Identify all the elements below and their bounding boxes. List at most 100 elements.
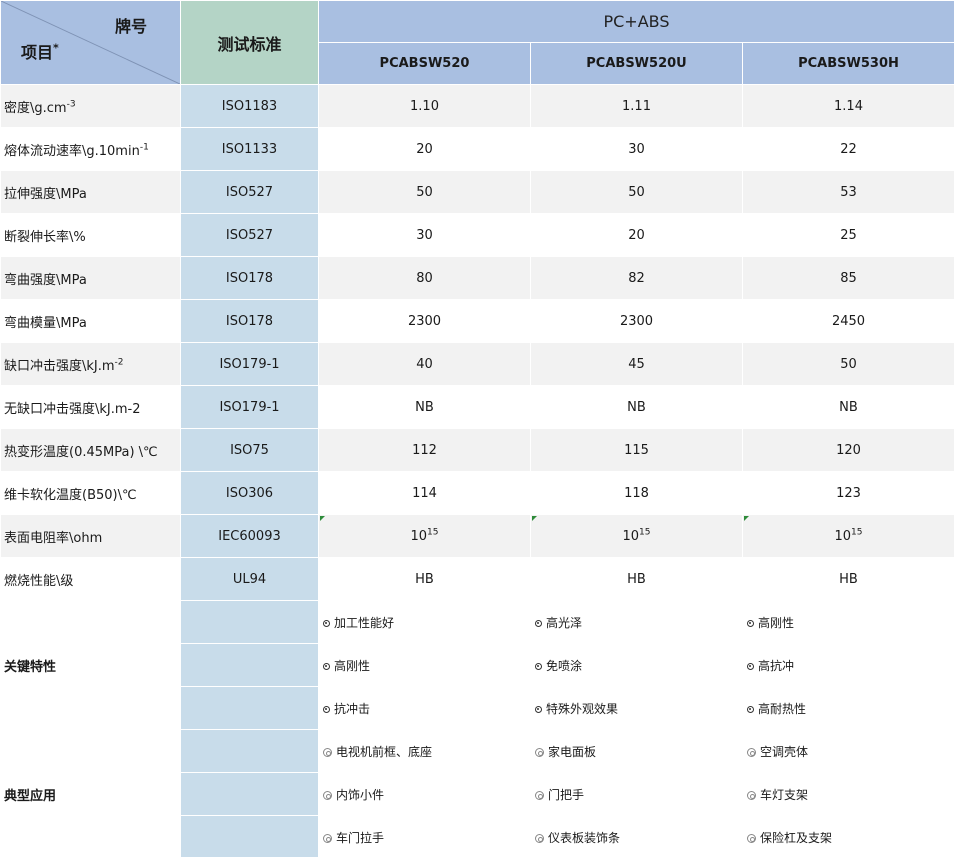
item-text: 家电面板 (548, 744, 597, 759)
key-features-item: 免喷涂 (530, 643, 743, 687)
property-value-text: NB (627, 399, 646, 415)
property-name-text: 拉伸强度\MPa (4, 186, 87, 202)
applications-item: 车灯支架 (742, 772, 954, 816)
property-value: NB (742, 385, 954, 429)
property-value-text: HB (627, 571, 646, 587)
test-standard: ISO179-1 (180, 342, 319, 386)
test-standard-empty (180, 729, 319, 773)
value-exponent: 15 (427, 527, 439, 538)
property-value-text: HB (415, 571, 434, 587)
circle-bullet-icon (535, 833, 544, 843)
property-name: 弯曲模量\MPa (0, 299, 181, 343)
property-value-text: 80 (416, 270, 433, 286)
target-bullet-icon (747, 705, 754, 713)
property-name: 表面电阻率\ohm (0, 514, 181, 558)
property-value-text: 120 (836, 442, 861, 458)
property-value: 118 (530, 471, 743, 515)
property-value-text: 85 (840, 270, 857, 286)
property-value-text: 118 (624, 485, 649, 501)
item-text: 高刚性 (334, 658, 371, 673)
circle-bullet-icon (535, 747, 544, 757)
property-name-text: 弯曲模量\MPa (4, 315, 87, 331)
test-standard: ISO1183 (180, 84, 319, 128)
test-standard: ISO178 (180, 299, 319, 343)
test-standard: ISO75 (180, 428, 319, 472)
section-title: 典型应用 (0, 729, 181, 857)
item-text: 高耐热性 (758, 701, 807, 716)
property-value: 53 (742, 170, 954, 214)
property-name: 拉伸强度\MPa (0, 170, 181, 214)
item-text: 加工性能好 (334, 615, 395, 630)
test-standard: ISO1133 (180, 127, 319, 171)
property-value-text: 10 (622, 528, 640, 544)
property-name-superscript: -3 (66, 99, 76, 110)
property-name: 弯曲强度\MPa (0, 256, 181, 300)
property-value: 1015 (318, 514, 531, 558)
item-label: 项目* (21, 41, 59, 62)
property-value: 40 (318, 342, 531, 386)
property-value: 25 (742, 213, 954, 257)
property-row: 无缺口冲击强度\kJ.m-2 ISO179-1 NB NB NB (0, 385, 954, 429)
property-name: 密度\g.cm-3 (0, 84, 181, 128)
property-name-text: 表面电阻率\ohm (4, 530, 103, 546)
test-standard-empty (180, 643, 319, 687)
key-features-item: 高抗冲 (742, 643, 954, 687)
brand-label: 牌号 (115, 17, 148, 36)
property-value: 30 (530, 127, 743, 171)
property-value-text: 10 (410, 528, 428, 544)
key-features-row: 关键特性 加工性能好 高光泽 高刚性 (0, 600, 954, 730)
property-row: 维卡软化温度(B50)\℃ ISO306 114 118 123 (0, 471, 954, 515)
property-name-superscript: -1 (139, 142, 149, 153)
property-name: 缺口冲击强度\kJ.m-2 (0, 342, 181, 386)
item-text: 保险杠及支架 (760, 830, 833, 845)
item-text: 车门拉手 (336, 830, 385, 845)
property-value-text: 2300 (407, 313, 442, 329)
applications-row: 典型应用 电视机前框、底座 家电面板 空调壳体 (0, 729, 954, 857)
item-text: 空调壳体 (760, 744, 809, 759)
property-value: 1.14 (742, 84, 954, 128)
test-standard: ISO527 (180, 213, 319, 257)
grade-header: PCABSW520U (530, 42, 743, 85)
property-name-text: 断裂伸长率\% (4, 229, 86, 245)
property-value: HB (318, 557, 531, 601)
grade-header: PCABSW520 (318, 42, 531, 85)
property-name-text: 密度\g.cm (4, 100, 67, 116)
property-value: 2300 (318, 299, 531, 343)
property-value: 2450 (742, 299, 954, 343)
property-value: 120 (742, 428, 954, 472)
key-features-item: 加工性能好 (318, 600, 531, 644)
key-features-item: 高刚性 (742, 600, 954, 644)
property-row: 弯曲强度\MPa ISO178 80 82 85 (0, 256, 954, 300)
property-value-text: 20 (628, 227, 645, 243)
circle-bullet-icon (747, 833, 756, 843)
property-value: 20 (318, 127, 531, 171)
key-features-item: 高耐热性 (742, 686, 954, 730)
property-value: 80 (318, 256, 531, 300)
target-bullet-icon (535, 662, 542, 670)
property-value-text: HB (839, 571, 858, 587)
property-name: 燃烧性能\级 (0, 557, 181, 601)
property-row: 密度\g.cm-3 ISO1183 1.10 1.11 1.14 (0, 84, 954, 128)
property-value: 20 (530, 213, 743, 257)
key-features-item: 高刚性 (318, 643, 531, 687)
property-value-text: 112 (412, 442, 437, 458)
property-value: 1015 (530, 514, 743, 558)
property-name-text: 维卡软化温度(B50)\℃ (4, 487, 137, 503)
test-standard: ISO178 (180, 256, 319, 300)
property-value-text: 53 (840, 184, 857, 200)
property-value: 1015 (742, 514, 954, 558)
property-value: 123 (742, 471, 954, 515)
property-value-text: 30 (416, 227, 433, 243)
property-row: 断裂伸长率\% ISO527 30 20 25 (0, 213, 954, 257)
property-value: 45 (530, 342, 743, 386)
value-exponent: 15 (639, 527, 651, 538)
property-value: 50 (318, 170, 531, 214)
property-value-text: 123 (836, 485, 861, 501)
property-value-text: 2300 (619, 313, 654, 329)
circle-bullet-icon (747, 790, 756, 800)
property-value: HB (530, 557, 743, 601)
section-title: 关键特性 (0, 600, 181, 730)
property-value-text: 82 (628, 270, 645, 286)
item-text: 车灯支架 (760, 787, 809, 802)
property-row: 拉伸强度\MPa ISO527 50 50 53 (0, 170, 954, 214)
